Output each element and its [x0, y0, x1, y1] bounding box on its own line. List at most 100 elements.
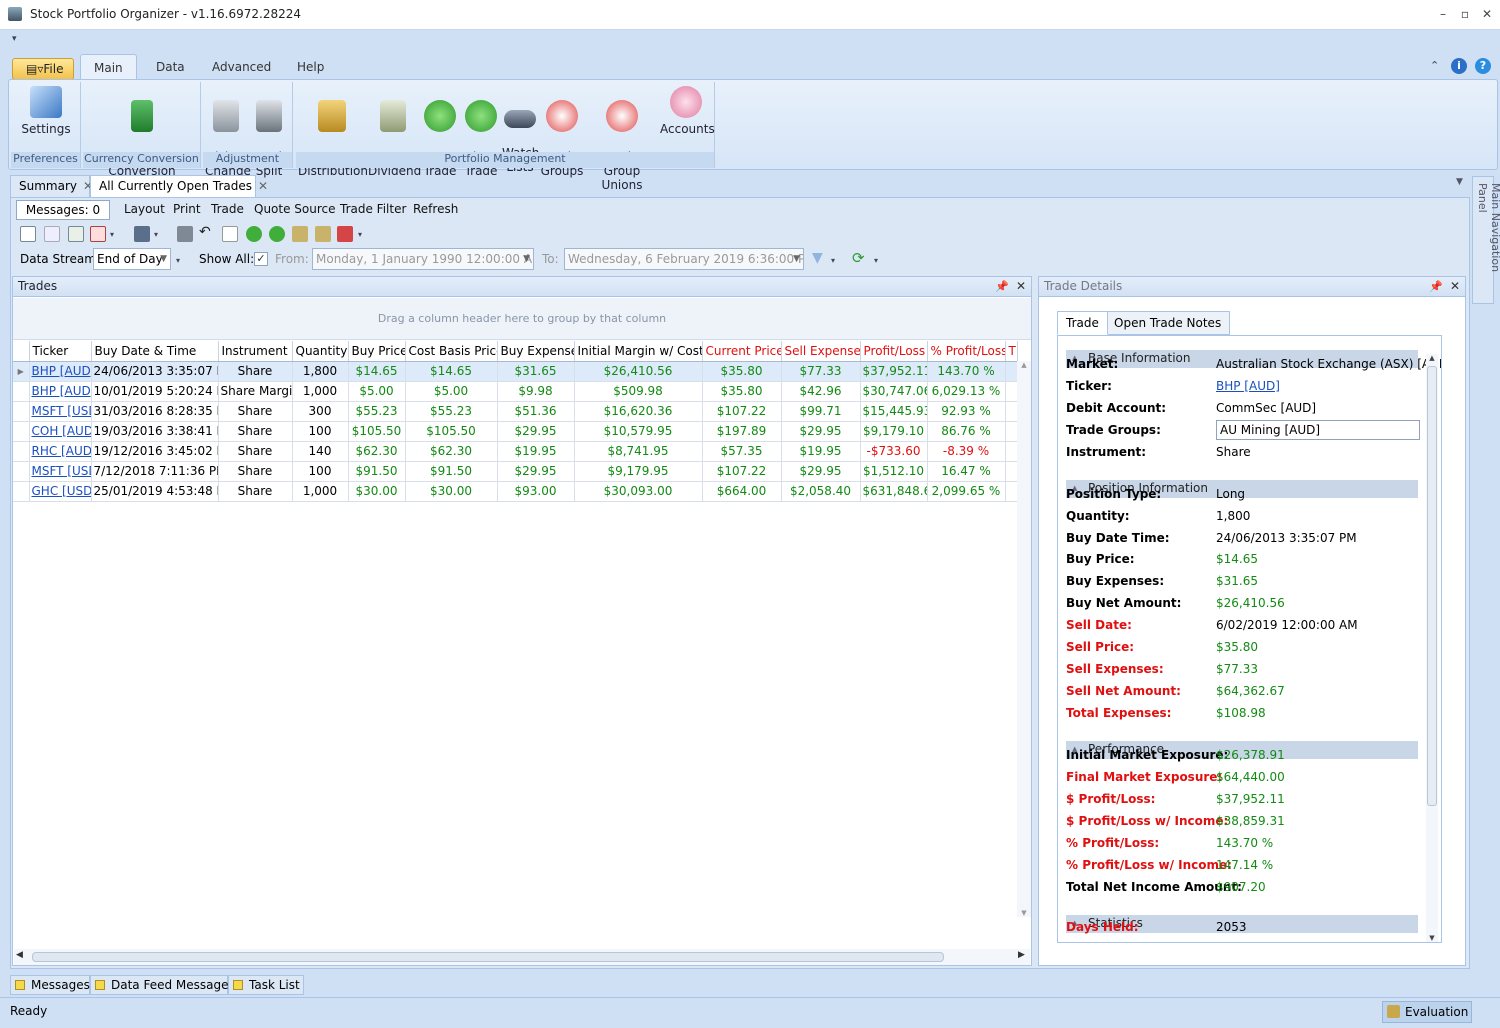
trade-groups-field[interactable]: AU Mining [AUD] — [1216, 420, 1420, 440]
tab-summary[interactable]: Summary ✕ — [10, 175, 93, 197]
scrollbar-thumb[interactable] — [32, 952, 944, 962]
dropdown-icon[interactable]: ▾ — [110, 230, 114, 239]
quick-access-dropdown-icon[interactable]: ▾ — [12, 34, 17, 44]
close-tab-icon[interactable]: ✕ — [258, 179, 268, 193]
current-row-indicator-icon[interactable]: ▶ — [13, 361, 30, 382]
data-stream-select[interactable]: End of Day ▼ — [93, 248, 171, 270]
collapse-ribbon-icon[interactable]: ⌃ — [1430, 59, 1439, 72]
tab-advanced[interactable]: Advanced — [199, 56, 284, 80]
tab-main[interactable]: Main — [80, 54, 137, 82]
tab-data[interactable]: Data — [143, 56, 198, 80]
ticker-link[interactable]: RHC [AUD] — [29, 441, 92, 462]
scrollbar-thumb[interactable] — [1427, 366, 1437, 806]
pin-icon[interactable]: 📌 — [1429, 277, 1443, 296]
ticker-link[interactable]: BHP [AUD] — [29, 361, 92, 382]
tab-list-dropdown-icon[interactable]: ▼ — [1456, 177, 1463, 187]
minimize-button[interactable]: – — [1432, 4, 1454, 24]
menu-trade-filter[interactable]: Trade Filter — [340, 202, 406, 216]
dividend-icon[interactable] — [315, 226, 331, 242]
tab-file[interactable]: ▤▿File — [12, 58, 74, 80]
refresh-icon[interactable]: ⟳ — [852, 249, 865, 267]
close-icon[interactable]: ✕ — [1016, 277, 1026, 296]
menu-layout[interactable]: Layout — [124, 202, 165, 216]
remove-icon[interactable] — [90, 226, 106, 242]
ticker-link[interactable]: MSFT [USD] — [29, 401, 92, 422]
tab-all-open-trades[interactable]: All Currently Open Trades ✕ — [90, 175, 268, 197]
menu-refresh[interactable]: Refresh — [413, 202, 458, 216]
column-header[interactable]: Profit/Loss — [860, 341, 928, 362]
table-row[interactable]: MSFT [USD]7/12/2018 7:11:36 PMShare100$9… — [13, 461, 1018, 482]
ticker-link[interactable]: MSFT [USD] — [29, 461, 92, 482]
dropdown-icon[interactable]: ▾ — [176, 256, 180, 265]
close-button[interactable]: ✕ — [1476, 4, 1498, 24]
column-header[interactable]: Initial Margin w/ Costs — [574, 341, 703, 362]
add-icon[interactable] — [68, 226, 84, 242]
details-scrollbar[interactable]: ▲ ▼ — [1426, 354, 1438, 942]
layout-icon[interactable] — [20, 226, 36, 242]
ticker-link[interactable]: BHP [AUD] — [29, 381, 92, 402]
dropdown-icon[interactable]: ▾ — [358, 230, 362, 239]
table-row[interactable]: MSFT [USD]31/03/2016 8:28:35 PMShare300$… — [13, 401, 1018, 422]
to-date-picker[interactable]: Wednesday, 6 February 2019 6:36:00 PM ▼ — [564, 248, 804, 270]
watch-lists-button[interactable]: Watch Lists — [502, 86, 539, 188]
scroll-up-icon[interactable]: ▲ — [1017, 361, 1031, 369]
row-indicator[interactable] — [13, 441, 30, 462]
ticker-link[interactable]: COH [AUD] — [29, 421, 92, 442]
filter-icon[interactable]: ▼ — [812, 250, 823, 266]
vertical-scrollbar[interactable]: ▲ ▼ — [1017, 361, 1031, 917]
column-header[interactable]: Ticker — [29, 341, 92, 362]
scroll-down-icon[interactable]: ▼ — [1426, 934, 1438, 942]
menu-trade[interactable]: Trade — [211, 202, 244, 216]
info-icon[interactable]: i — [1451, 58, 1467, 74]
undo-icon[interactable]: ↶ — [199, 224, 211, 240]
column-header[interactable]: Cost Basis Price — [405, 341, 498, 362]
maximize-icon[interactable]: ▫ — [1454, 4, 1476, 24]
scroll-down-icon[interactable]: ▼ — [1017, 909, 1031, 917]
dropdown-icon[interactable]: ▾ — [831, 256, 835, 265]
row-indicator[interactable] — [13, 401, 30, 422]
table-row[interactable]: ▶BHP [AUD]24/06/2013 3:35:07 PMShare1,80… — [13, 361, 1018, 382]
horizontal-scrollbar[interactable]: ◀ ▶ — [14, 949, 1030, 965]
split-icon[interactable] — [337, 226, 353, 242]
help-icon[interactable]: ? — [1475, 58, 1491, 74]
scroll-up-icon[interactable]: ▲ — [1426, 354, 1438, 362]
column-header[interactable]: Buy Date & Time — [91, 341, 219, 362]
column-header[interactable]: Instrument — [218, 341, 293, 362]
tab-trade[interactable]: Trade — [1057, 311, 1108, 335]
column-header[interactable]: Quantity — [292, 341, 349, 362]
from-date-picker[interactable]: Monday, 1 January 1990 12:00:00 AM ▼ — [312, 248, 534, 270]
column-header[interactable]: % Profit/Loss — [927, 341, 1006, 362]
evaluation-badge[interactable]: Evaluation — [1382, 1001, 1472, 1023]
notes-icon[interactable] — [222, 226, 238, 242]
dropdown-icon[interactable]: ▾ — [154, 230, 158, 239]
pin-icon[interactable]: 📌 — [995, 277, 1009, 296]
row-indicator[interactable] — [13, 461, 30, 482]
column-header[interactable]: T — [1005, 341, 1018, 362]
copy-icon[interactable] — [44, 226, 60, 242]
print-icon[interactable] — [134, 226, 150, 242]
group-by-area[interactable]: Drag a column header here to group by th… — [13, 298, 1031, 340]
tab-open-trade-notes[interactable]: Open Trade Notes — [1105, 311, 1231, 335]
tab-help[interactable]: Help — [284, 56, 337, 80]
row-indicator[interactable] — [13, 381, 30, 402]
scroll-right-icon[interactable]: ▶ — [1018, 950, 1025, 960]
row-indicator[interactable] — [13, 421, 30, 442]
delete-icon[interactable] — [177, 226, 193, 242]
row-indicator[interactable] — [13, 481, 30, 502]
distribution-icon[interactable] — [292, 226, 308, 242]
ticker-link[interactable]: GHC [USD] — [29, 481, 92, 502]
column-header[interactable]: Buy Price — [348, 341, 406, 362]
enter-trade-icon[interactable] — [246, 226, 262, 242]
dropdown-icon[interactable]: ▾ — [874, 256, 878, 265]
tab-task-list[interactable]: Task List — [228, 975, 304, 995]
scroll-left-icon[interactable]: ◀ — [16, 950, 23, 960]
column-header[interactable]: Buy Expenses — [497, 341, 575, 362]
table-row[interactable]: GHC [USD]25/01/2019 4:53:48 PMShare1,000… — [13, 481, 1018, 502]
column-header[interactable]: Sell Expenses — [781, 341, 861, 362]
accounts-button[interactable]: Accounts — [660, 86, 715, 136]
menu-quote-source[interactable]: Quote Source — [254, 202, 336, 216]
main-navigation-panel[interactable]: Main Navigation Panel — [1472, 176, 1500, 304]
table-row[interactable]: BHP [AUD]10/01/2019 5:20:24 PMShare Marg… — [13, 381, 1018, 402]
show-all-checkbox[interactable]: ✓ — [254, 252, 268, 266]
table-row[interactable]: RHC [AUD]19/12/2016 3:45:02 PMShare140$6… — [13, 441, 1018, 462]
